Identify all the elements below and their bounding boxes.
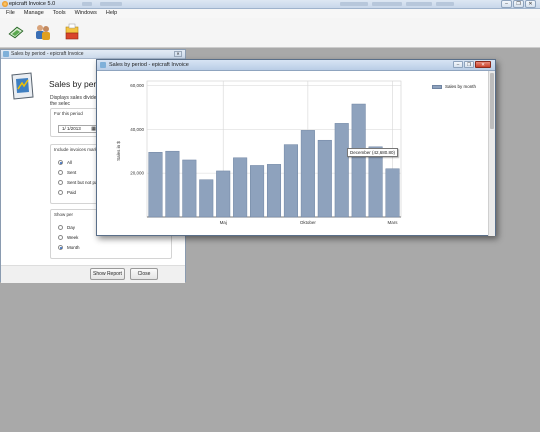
report-icon bbox=[11, 72, 34, 100]
radio-button[interactable] bbox=[58, 245, 63, 250]
close-button[interactable]: ✕ bbox=[475, 61, 491, 68]
bar[interactable] bbox=[182, 159, 197, 218]
customers-icon[interactable] bbox=[34, 23, 52, 41]
radio-label: Paid bbox=[67, 190, 77, 195]
legend-label: Sales by month bbox=[445, 84, 477, 89]
show-per-label: Show per bbox=[54, 212, 74, 217]
radio-week[interactable]: Week bbox=[58, 235, 78, 240]
close-dialog-button[interactable]: Close bbox=[130, 268, 158, 280]
maximize-button[interactable]: ❐ bbox=[513, 0, 524, 8]
bar[interactable] bbox=[216, 170, 231, 218]
menu-file[interactable]: File bbox=[6, 9, 15, 18]
radio-label: All bbox=[67, 160, 73, 165]
radio-button[interactable] bbox=[58, 225, 63, 230]
y-tick-label: 20,000 bbox=[130, 171, 144, 176]
radio-label: Sent but not pai bbox=[67, 180, 99, 185]
date-value: 1/ 1/2013 bbox=[62, 126, 81, 131]
menu-tools[interactable]: Tools bbox=[53, 9, 66, 18]
dialog-title: Sales by period - epicraft Invoice bbox=[11, 51, 84, 57]
book-icon[interactable] bbox=[7, 23, 25, 41]
main-window: epicraft Invoice 5.0 – ❐ ✕ File Manage T… bbox=[0, 0, 540, 48]
minimize-button[interactable]: – bbox=[453, 61, 463, 68]
dialog-footer: Show Report Close bbox=[1, 265, 185, 283]
radio-button[interactable] bbox=[58, 180, 63, 185]
menu-manage[interactable]: Manage bbox=[24, 9, 44, 18]
radio-day[interactable]: Day bbox=[58, 225, 75, 230]
bar[interactable] bbox=[165, 150, 180, 218]
radio-paid[interactable]: Paid bbox=[58, 190, 76, 195]
bar[interactable] bbox=[250, 165, 265, 218]
bar[interactable] bbox=[317, 139, 332, 218]
legend-swatch bbox=[432, 84, 442, 89]
blurred-region bbox=[406, 2, 432, 6]
blurred-region bbox=[82, 2, 92, 6]
bar[interactable] bbox=[385, 168, 400, 218]
radio-label: Day bbox=[67, 225, 76, 230]
y-tick-label: 40,000 bbox=[130, 127, 144, 132]
bar[interactable] bbox=[351, 103, 366, 218]
title-bar: epicraft Invoice 5.0 – ❐ ✕ bbox=[0, 0, 540, 9]
radio-month[interactable]: Month bbox=[58, 245, 80, 250]
radio-sent[interactable]: Sent bbox=[58, 170, 76, 175]
radio-button[interactable] bbox=[58, 160, 63, 165]
y-tick-label: 60,000 bbox=[130, 83, 144, 88]
show-report-button[interactable]: Show Report bbox=[90, 268, 125, 280]
app-logo-icon bbox=[2, 1, 8, 7]
include-label: Include invoices marke bbox=[54, 147, 100, 152]
bar[interactable] bbox=[368, 146, 383, 218]
x-tick-label: Oktober bbox=[300, 220, 317, 225]
radio-sent-not-paid[interactable]: Sent but not pai bbox=[58, 180, 99, 185]
blurred-region bbox=[436, 2, 454, 6]
blurred-region bbox=[340, 2, 368, 6]
menu-help[interactable]: Help bbox=[106, 9, 117, 18]
date-picker[interactable]: 1/ 1/2013 ▦ bbox=[58, 125, 98, 133]
vertical-scrollbar[interactable] bbox=[488, 71, 495, 236]
sales-chart-window: Sales by period - epicraft Invoice – ❐ ✕… bbox=[96, 59, 496, 236]
invoice-box-icon[interactable] bbox=[63, 23, 81, 41]
chart-window-title-bar: Sales by period - epicraft Invoice – ❐ ✕ bbox=[97, 60, 495, 71]
bar[interactable] bbox=[148, 152, 163, 218]
chart-window-title: Sales by period - epicraft Invoice bbox=[109, 62, 189, 68]
period-label: For this period bbox=[54, 111, 83, 116]
blurred-region bbox=[100, 2, 122, 6]
bar[interactable] bbox=[283, 144, 298, 218]
scrollbar-thumb[interactable] bbox=[490, 73, 494, 129]
toolbar bbox=[0, 18, 540, 48]
x-tick-label: Maj bbox=[220, 220, 227, 225]
radio-label: Month bbox=[67, 245, 80, 250]
bar[interactable] bbox=[300, 130, 315, 218]
blurred-region bbox=[372, 2, 402, 6]
menu-windows[interactable]: Windows bbox=[75, 9, 97, 18]
radio-label: Week bbox=[67, 235, 79, 240]
radio-label: Sent bbox=[67, 170, 77, 175]
bar[interactable] bbox=[233, 157, 248, 218]
bar[interactable] bbox=[199, 179, 214, 218]
radio-button[interactable] bbox=[58, 170, 63, 175]
menu-bar: File Manage Tools Windows Help bbox=[0, 9, 540, 18]
close-button[interactable]: ✕ bbox=[525, 0, 536, 8]
close-icon[interactable]: ✕ bbox=[174, 51, 182, 57]
radio-button[interactable] bbox=[58, 190, 63, 195]
app-title: epicraft Invoice 5.0 bbox=[9, 1, 56, 7]
window-icon bbox=[100, 62, 106, 68]
window-icon bbox=[3, 51, 9, 57]
chart-legend: Sales by month bbox=[432, 84, 476, 89]
chart-tooltip: December (42,680.80) bbox=[347, 148, 399, 157]
minimize-button[interactable]: – bbox=[501, 0, 512, 8]
y-axis-label: Sales in $ bbox=[116, 141, 121, 161]
radio-button[interactable] bbox=[58, 235, 63, 240]
x-tick-label: Mars bbox=[388, 220, 399, 225]
bar[interactable] bbox=[266, 164, 282, 218]
dialog-title-bar: Sales by period - epicraft Invoice ✕ bbox=[1, 50, 185, 59]
bar[interactable] bbox=[334, 123, 349, 218]
maximize-button[interactable]: ❐ bbox=[464, 61, 474, 68]
radio-all[interactable]: All bbox=[58, 160, 72, 165]
